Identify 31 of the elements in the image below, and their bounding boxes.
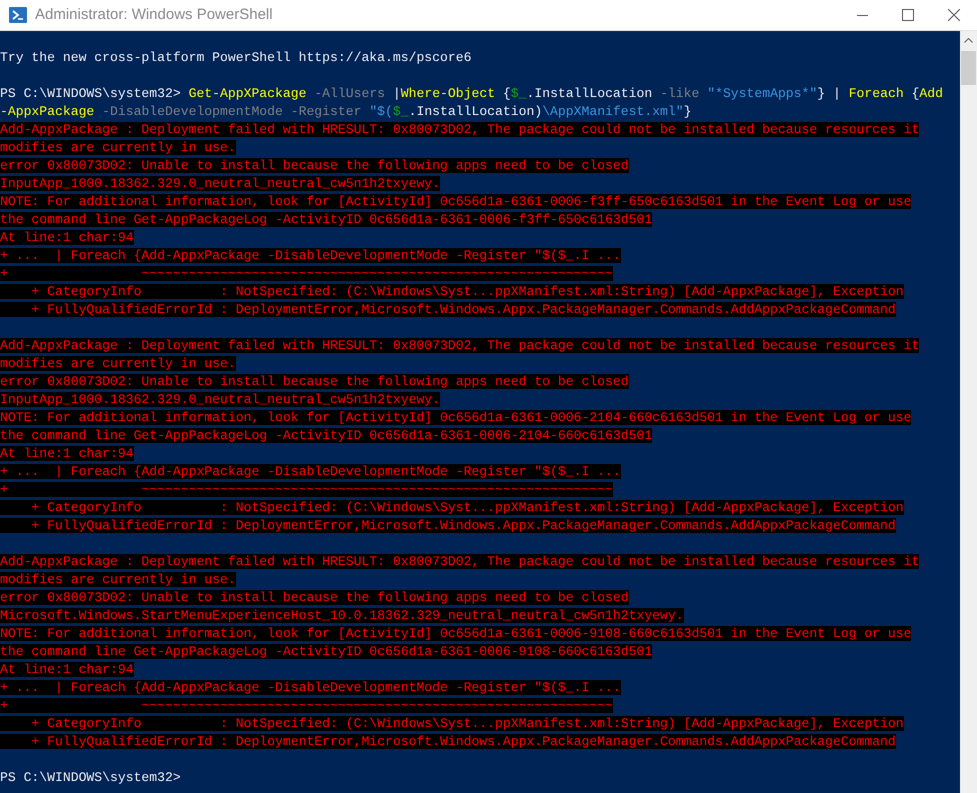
- command-token: Add: [919, 86, 943, 101]
- command-token: $_: [392, 104, 409, 119]
- console-line: PS C:\WINDOWS\system32>: [0, 770, 181, 785]
- command-token: {: [910, 86, 920, 101]
- scrollbar-thumb[interactable]: [961, 51, 976, 85]
- command-token: -DisableDevelopmentMode -Register: [101, 104, 362, 119]
- console-line: Try the new cross-platform PowerShell https://aka.ms/pscore6: [0, 50, 472, 65]
- scroll-up-icon: [964, 38, 973, 43]
- window-title: Administrator: Windows PowerShell: [35, 4, 273, 25]
- command-token: PS C:\WINDOWS\system32>: [0, 86, 182, 101]
- command-token: "*SystemApps*": [707, 86, 818, 101]
- command-token: {: [502, 86, 511, 101]
- command-token: "$(: [369, 104, 393, 119]
- command-token: -like: [660, 86, 700, 101]
- minimize-icon: [856, 14, 868, 16]
- command-token: Get-AppXPackage: [188, 86, 306, 101]
- scrollbar[interactable]: [960, 31, 977, 793]
- powershell-icon: [9, 6, 27, 24]
- command-token: .InstallLocation): [408, 104, 542, 119]
- command-token: .InstallLocation: [526, 86, 654, 101]
- command-token: }: [684, 104, 692, 119]
- command-token: } |: [817, 86, 842, 101]
- close-icon: [948, 9, 960, 21]
- command-token: \AppXManifest.xml": [542, 104, 684, 119]
- command-token: $_: [510, 86, 526, 101]
- maximize-icon: [902, 9, 914, 21]
- command-token: Where-Object: [400, 86, 496, 101]
- command-token: -AppxPackage: [0, 104, 94, 119]
- command-token: -AllUsers: [313, 86, 386, 101]
- command-token: Foreach: [848, 86, 904, 101]
- command-token: |: [392, 86, 401, 101]
